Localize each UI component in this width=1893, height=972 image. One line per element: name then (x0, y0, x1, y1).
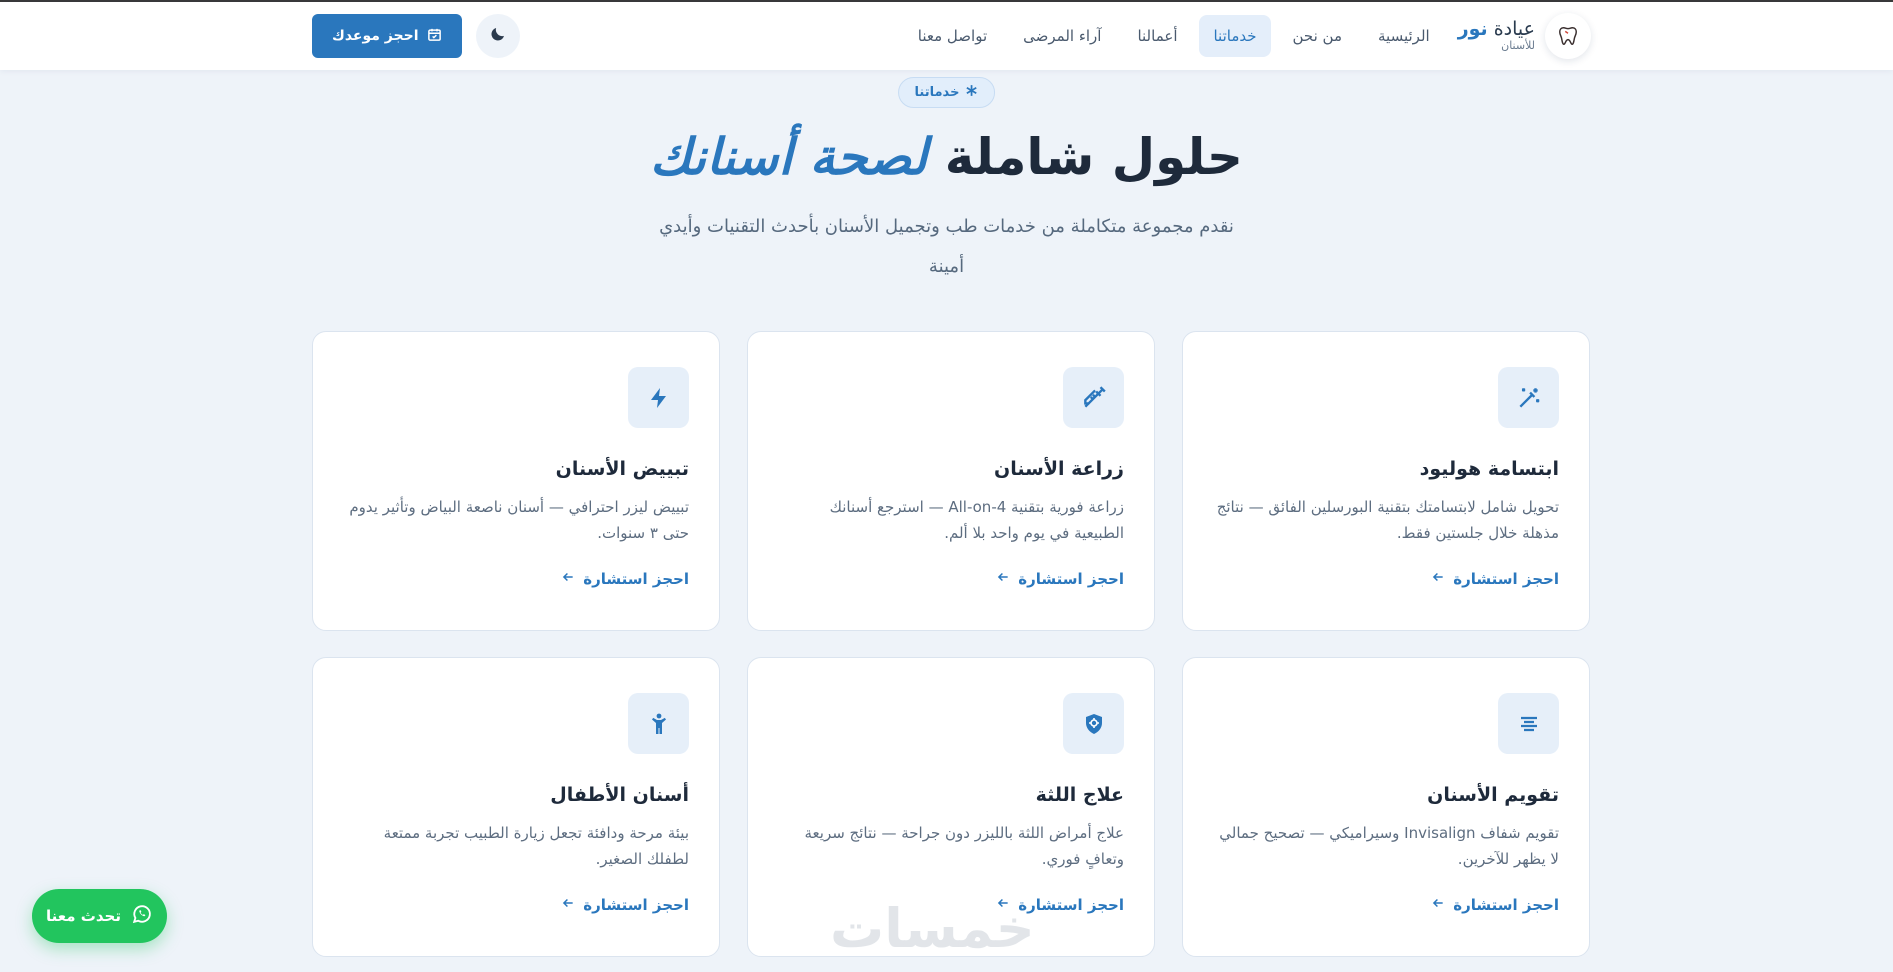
section-chip-label: خدماتنا (914, 85, 960, 100)
section-title: حلول شاملة لصحة أسنانك (0, 128, 1893, 186)
brand-name-prefix: عيادة (1493, 18, 1535, 41)
book-consultation-link[interactable]: احجز استشارة (561, 896, 689, 914)
moon-icon (489, 25, 507, 47)
service-card-pediatric: أسنان الأطفال بيئة مرحة ودافئة تجعل زيار… (312, 657, 720, 957)
service-card-whitening: تبييض الأسنان تبييض ليزر احترافي — أسنان… (312, 331, 720, 631)
nav-item-services[interactable]: خدماتنا (1199, 15, 1271, 57)
nav-item-testimonials[interactable]: آراء المرضى (1009, 15, 1115, 57)
service-card-description: زراعة فورية بتقنية All-on-4 — استرجع أسن… (829, 498, 1124, 542)
service-card-hollywood-smile: ابتسامة هوليود تحويل شامل لابتسامتك بتقن… (1182, 331, 1590, 631)
arrow-left-icon (1431, 896, 1445, 914)
asterisk-icon (965, 84, 978, 101)
brand-name: عيادة نور (1457, 18, 1535, 41)
service-card-description: تحويل شامل لابتسامتك بتقنية البورسلين ال… (1216, 498, 1559, 542)
service-card-title: ابتسامة هوليود (1419, 458, 1559, 480)
brand-name-accent: نور (1457, 18, 1488, 41)
calendar-check-icon (427, 27, 442, 46)
nav-item-about[interactable]: من نحن (1279, 15, 1357, 57)
section-title-highlight: لصحة أسنانك (650, 128, 928, 186)
brand[interactable]: عيادة نور للأسنان (1458, 13, 1591, 59)
service-card-title: أسنان الأطفال (550, 784, 689, 806)
service-card-implants: زراعة الأسنان زراعة فورية بتقنية All-on-… (747, 331, 1155, 631)
site-header: عيادة نور للأسنان الرئيسية من نحن خدماتن… (0, 2, 1893, 70)
section-title-plain: حلول شاملة (944, 128, 1243, 186)
service-card-description: تقويم شفاف Invisalign وسيراميكي — تصحيح … (1219, 824, 1559, 868)
service-card-orthodontics: تقويم الأسنان تقويم شفاف Invisalign وسير… (1182, 657, 1590, 957)
align-center-icon (1498, 693, 1559, 754)
book-consultation-link[interactable]: احجز استشارة (1431, 896, 1559, 914)
watermark: خمسات (830, 897, 1035, 960)
services-grid: ابتسامة هوليود تحويل شامل لابتسامتك بتقن… (312, 331, 1590, 957)
book-consultation-link[interactable]: احجز استشارة (561, 570, 689, 588)
book-consultation-label: احجز استشارة (1453, 896, 1559, 914)
nav-item-home[interactable]: الرئيسية (1364, 15, 1444, 57)
main-nav: الرئيسية من نحن خدماتنا أعمالنا آراء الم… (904, 15, 1444, 57)
arrow-left-icon (1431, 570, 1445, 588)
book-appointment-button[interactable]: احجز موعدك (312, 14, 462, 58)
nav-item-portfolio[interactable]: أعمالنا (1123, 15, 1191, 57)
book-appointment-label: احجز موعدك (332, 28, 419, 44)
service-card-title: تقويم الأسنان (1427, 784, 1559, 806)
child-icon (628, 693, 689, 754)
tooth-icon (1545, 13, 1591, 59)
book-consultation-label: احجز استشارة (583, 570, 689, 588)
service-card-description: علاج أمراض اللثة بالليزر دون جراحة — نتا… (804, 824, 1124, 868)
nav-item-contact[interactable]: تواصل معنا (904, 15, 1001, 57)
arrow-left-icon (561, 570, 575, 588)
whatsapp-icon (131, 903, 153, 929)
service-card-title: علاج اللثة (1035, 784, 1124, 806)
theme-toggle-button[interactable] (475, 14, 520, 58)
chat-label: تحدث معنا (46, 907, 121, 925)
bolt-icon (628, 367, 689, 428)
section-subtitle: نقدم مجموعة متكاملة من خدمات طب وتجميل ا… (659, 216, 1234, 277)
service-card-title: تبييض الأسنان (555, 458, 689, 480)
service-card-description: تبييض ليزر احترافي — أسنان ناصعة البياض … (349, 498, 689, 542)
syringe-icon (1063, 367, 1124, 428)
book-consultation-label: احجز استشارة (1453, 570, 1559, 588)
whatsapp-chat-button[interactable]: تحدث معنا (32, 889, 167, 943)
book-consultation-label: احجز استشارة (583, 896, 689, 914)
book-consultation-link[interactable]: احجز استشارة (996, 570, 1124, 588)
book-consultation-link[interactable]: احجز استشارة (1431, 570, 1559, 588)
arrow-left-icon (561, 896, 575, 914)
brand-subtitle: للأسنان (1501, 39, 1535, 53)
service-card-description: بيئة مرحة ودافئة تجعل زيارة الطبيب تجربة… (383, 824, 689, 868)
book-consultation-label: احجز استشارة (1018, 570, 1124, 588)
section-chip: خدماتنا (897, 77, 996, 108)
service-card-title: زراعة الأسنان (994, 458, 1124, 480)
shield-icon (1063, 693, 1124, 754)
header-actions: احجز موعدك (312, 14, 520, 58)
magic-wand-icon (1498, 367, 1559, 428)
arrow-left-icon (996, 570, 1010, 588)
